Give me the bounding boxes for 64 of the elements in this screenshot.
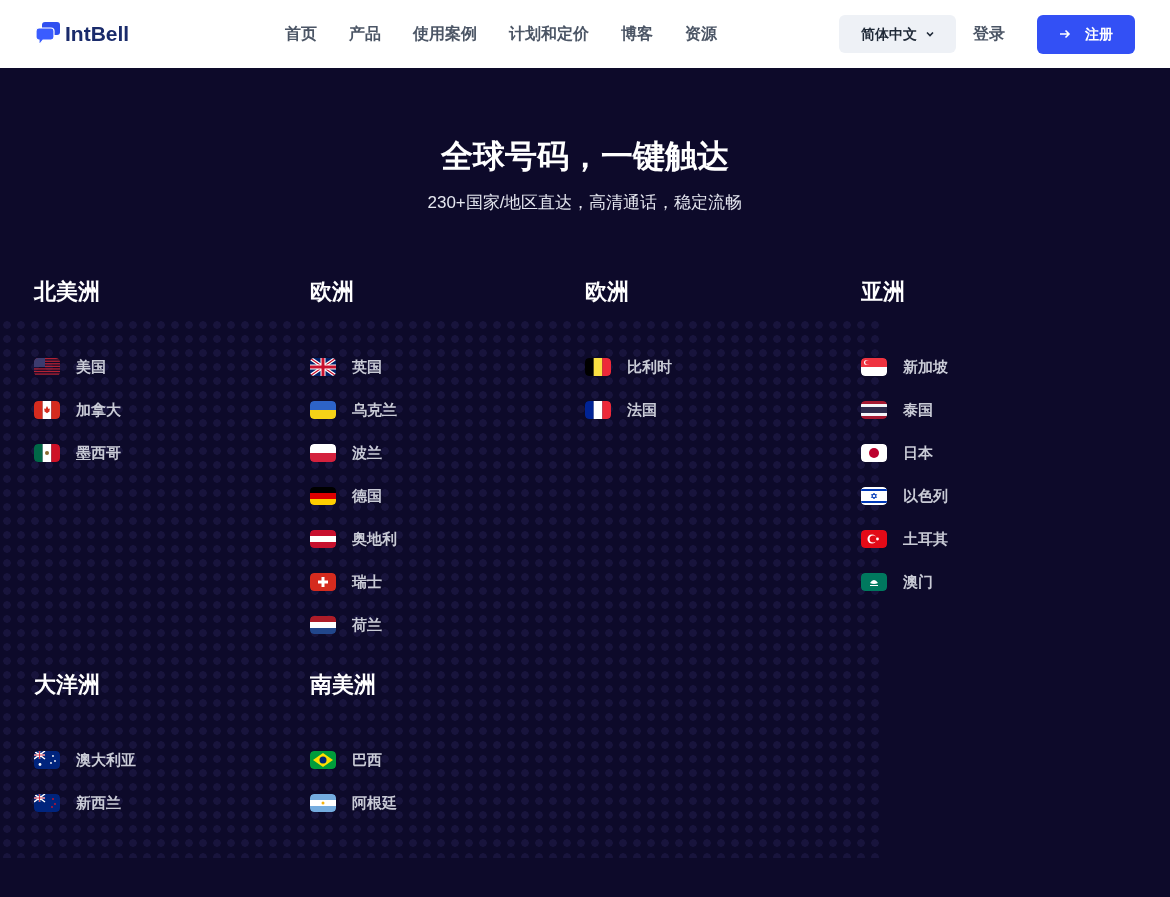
region-heading: 亚洲 [860, 277, 906, 306]
nav-link[interactable]: 使用案例 [413, 22, 477, 46]
country-name: 澳门 [902, 571, 933, 592]
country-name: 加拿大 [76, 399, 121, 420]
section-title: 全球号码，一键触达 [441, 137, 729, 176]
country-name: 泰国 [902, 399, 933, 420]
country-name: 德国 [351, 485, 382, 506]
country-name: 荷兰 [351, 614, 382, 635]
country-name: 新加坡 [902, 356, 948, 377]
flag-icon [309, 573, 336, 591]
country-name: 波兰 [351, 442, 382, 463]
flag-icon [860, 401, 887, 419]
nav-link[interactable]: 资源 [685, 22, 717, 46]
country-name: 澳大利亚 [76, 749, 136, 770]
flag-icon [860, 444, 887, 462]
country-name: 墨西哥 [76, 442, 121, 463]
chevron-down-icon [924, 29, 935, 39]
flag-icon [309, 401, 336, 419]
country-name: 以色列 [902, 485, 948, 506]
flag-icon [860, 487, 887, 505]
nav-link[interactable]: 产品 [349, 22, 381, 46]
language-selector[interactable]: 简体中文 [839, 15, 956, 53]
country-name: 英国 [351, 356, 382, 377]
country-name: 瑞士 [351, 571, 382, 592]
flag-icon [585, 358, 611, 376]
flag-icon [34, 358, 60, 376]
flag-icon [309, 751, 336, 769]
flag-icon [309, 530, 336, 548]
flag-icon [585, 401, 611, 419]
flag-icon [309, 358, 336, 376]
region-heading: 大洋洲 [34, 670, 101, 699]
flag-icon [309, 794, 336, 812]
country-name: 法国 [627, 399, 657, 420]
flag-icon [34, 794, 60, 812]
country-name: 日本 [902, 442, 933, 463]
flag-icon [860, 358, 887, 376]
country-name: 美国 [76, 356, 106, 377]
country-name: 巴西 [351, 749, 382, 770]
flag-icon [309, 616, 336, 634]
login-link[interactable]: 登录 [973, 22, 1005, 46]
register-button[interactable]: 注册 [1037, 14, 1135, 54]
flag-icon [860, 573, 887, 591]
country-name: 阿根廷 [351, 792, 397, 813]
flag-icon [860, 530, 887, 548]
section-subtitle: 230+国家/地区直达，高清通话，稳定流畅 [427, 192, 743, 214]
region-heading: 北美洲 [34, 277, 101, 306]
nav-link[interactable]: 首页 [285, 22, 317, 46]
country-name: 新西兰 [76, 792, 121, 813]
region-heading: 南美洲 [309, 670, 377, 699]
arrow-right-icon [1059, 28, 1071, 40]
flag-icon [309, 487, 336, 505]
country-name: 乌克兰 [351, 399, 397, 420]
country-name: 比利时 [627, 356, 672, 377]
brand-logo-text: IntBell [65, 21, 130, 48]
country-name: 土耳其 [902, 528, 948, 549]
flag-icon [34, 401, 60, 419]
country-name: 奥地利 [351, 528, 397, 549]
nav-link[interactable]: 计划和定价 [509, 22, 589, 46]
flag-icon [34, 444, 60, 462]
region-heading: 欧洲 [309, 277, 355, 306]
flag-icon [309, 444, 336, 462]
flag-icon [34, 751, 60, 769]
nav-link[interactable]: 博客 [621, 22, 653, 46]
region-heading: 欧洲 [585, 277, 630, 306]
